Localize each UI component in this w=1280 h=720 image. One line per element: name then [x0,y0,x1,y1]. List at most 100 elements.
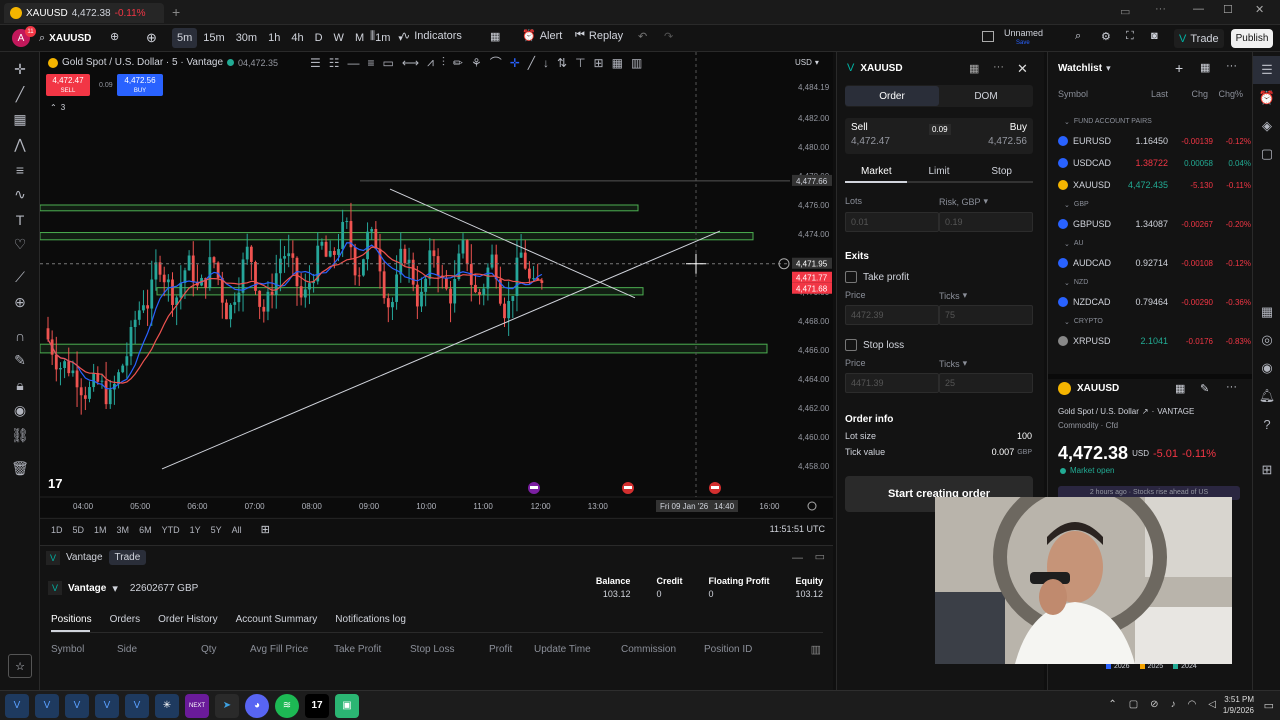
watchlist-row[interactable]: GBPUSD 1.34087 -0.00267 -0.20% [1048,213,1253,235]
watchlist-section[interactable]: ⌄ GBP [1048,196,1253,213]
add-symbol-icon[interactable]: ⊕ [146,30,157,46]
support-resistance-zone[interactable] [40,343,768,354]
lock-icon[interactable]: 🔒︎ [0,373,40,398]
sl-price-input[interactable]: 4471.39 [845,373,939,393]
grid-icon[interactable]: ▥ [631,56,642,70]
tab-order[interactable]: Order [845,86,939,106]
lots-input[interactable]: 0.01 [845,212,939,232]
moving-average-slow[interactable] [47,246,542,384]
column-header[interactable]: Commission [621,644,676,655]
stay-drawing-icon[interactable]: ✎ [0,348,40,373]
watchlist-row[interactable]: XRPUSD 2.1041 -0.0176 -0.83% [1048,330,1253,352]
watchlist-more-icon[interactable]: ··· [1226,60,1237,72]
price-chart[interactable]: 4,484.194,482.004,480.004,478.004,476.00… [40,52,833,517]
apps-icon[interactable]: ⊞ [1253,456,1280,484]
tab-order-history[interactable]: Order History [158,614,217,625]
ray-icon[interactable]: ⟷ [402,56,419,70]
tradingview-icon[interactable]: 17 [305,693,329,718]
horizontal-line-icon[interactable]: — [348,56,360,70]
horizontal-ray-icon[interactable]: ☰ [310,56,321,70]
interval-4h[interactable]: 4h [286,28,308,48]
add-symbol-icon[interactable]: + [1175,60,1183,76]
wifi-icon[interactable]: ◠ [1188,699,1197,710]
watchlist-row[interactable]: EURUSD 1.16450 -0.00139 -0.12% [1048,130,1253,152]
data-window-icon[interactable]: ◈ [1253,112,1280,140]
risk-selector[interactable]: Risk, GBP ▾ [939,196,988,207]
alerts-icon[interactable]: ⏰ [1253,84,1280,112]
rectangle-icon[interactable]: ▭ [383,56,394,70]
crosshair-tool-icon[interactable]: ✛ [0,57,40,82]
watchlist-row[interactable]: USDCAD 1.38722 0.00058 0.04% [1048,152,1253,174]
volume-icon[interactable]: ◁ [1208,699,1216,710]
close-window-icon[interactable]: ✕ [1255,3,1264,16]
lines-icon[interactable]: ≡ [368,56,375,70]
detail-layout-icon[interactable]: ▦ [1175,382,1185,395]
watchlist-section[interactable]: ⌄ FUND ACCOUNT PAIRS [1048,113,1253,130]
streams-icon[interactable]: ◉ [1253,354,1280,382]
watchlist-section[interactable]: ⌄ NZD [1048,274,1253,291]
app-icon[interactable]: V [5,693,29,718]
text-tool-icon[interactable]: T [0,207,40,232]
range-5Y[interactable]: 5Y [206,525,227,535]
tp-ticks-input[interactable]: 75 [939,305,1033,325]
interval-1h[interactable]: 1h [263,28,285,48]
link-icon[interactable]: ⛓ [0,423,40,448]
ruler-icon[interactable]: ⟋ [0,265,40,290]
parallel-channel-icon[interactable]: ☷ [329,56,340,70]
line-icon[interactable]: ╱ [528,56,535,70]
order-type-stop[interactable]: Stop [970,166,1033,177]
range-3M[interactable]: 3M [112,525,135,535]
price-range-icon[interactable]: ⊞ [594,56,604,70]
external-link-icon[interactable]: ↗ [1142,407,1149,416]
forecast-tool-icon[interactable]: ≡ [0,157,40,182]
stop-loss-toggle[interactable]: Stop loss [845,339,904,351]
tab-orders[interactable]: Orders [110,614,141,625]
chevron-up-icon[interactable]: ⌃ [1108,699,1116,710]
bars-icon[interactable]: ⫶ [442,55,445,70]
layout-toggle-icon[interactable]: ▦ [969,62,979,75]
account-selector[interactable]: V Vantage ▾ 22602677 GBP [48,581,198,595]
network-off-icon[interactable]: ⊘ [1150,699,1158,710]
browser-tab[interactable]: XAUUSD 4,472.38 -0.11% [4,3,164,23]
favorites-icon[interactable]: ♡ [0,232,40,257]
order-type-limit[interactable]: Limit [908,166,971,177]
cross-icon[interactable]: ✛ [510,56,520,70]
watchlist-row[interactable]: XAUUSD 4,472.435 -5.130 -0.11% [1048,174,1253,196]
sl-ticks-selector[interactable]: Ticks ▾ [939,358,967,369]
notifications-icon[interactable]: 🔔︎ [1253,382,1280,410]
symbol-search[interactable]: ⌕ XAUUSD [39,28,101,48]
minimize-icon[interactable]: — [1193,3,1204,15]
pattern-tool-icon[interactable]: ⋀ [0,132,40,157]
interval-5m[interactable]: 5m [172,28,198,48]
watchlist-column-last[interactable]: Last [1128,89,1168,99]
range-YTD[interactable]: YTD [157,525,185,535]
chart-canvas[interactable]: 4,484.194,482.004,480.004,478.004,476.00… [40,52,833,517]
magnet-icon[interactable]: ∩ [0,323,40,348]
take-profit-toggle[interactable]: Take profit [845,271,909,283]
tab-dom[interactable]: DOM [939,86,1033,106]
pitchfork-icon[interactable]: ⚘ [471,56,482,70]
object-tree-icon[interactable]: ☆ [8,654,32,678]
camera-icon[interactable]: ◙ [1151,30,1158,42]
column-header[interactable]: Profit [489,644,512,655]
column-header[interactable]: Take Profit [334,644,381,655]
long-position-icon[interactable]: ⇅ [557,56,567,70]
currency-selector[interactable]: USD ▾ [795,58,819,67]
interval-W[interactable]: W [329,28,349,48]
zoom-icon[interactable]: ⊕ [0,290,40,315]
chat-icon[interactable]: ▢ [1253,140,1280,168]
pencil-icon[interactable]: ✏ [453,56,463,70]
column-header[interactable]: Stop Loss [410,644,454,655]
perplexity-icon[interactable]: ✳ [155,693,179,718]
indicators-button[interactable]: ∿ Indicators [401,29,462,43]
spotify-icon[interactable]: ≋ [275,693,299,718]
detail-edit-icon[interactable]: ✎ [1200,382,1209,395]
candle-style-icon[interactable]: ⫼ [370,30,375,43]
app-icon[interactable]: V [65,693,89,718]
window-menu-icon[interactable]: ▭ [1120,5,1130,18]
date-range-icon[interactable]: ⊤ [575,56,585,70]
replay-button[interactable]: ⏮ Replay [575,29,623,42]
compare-icon[interactable]: ⊕ [110,30,119,43]
column-header[interactable]: Position ID [704,644,752,655]
minimize-panel-icon[interactable]: — [792,552,803,564]
